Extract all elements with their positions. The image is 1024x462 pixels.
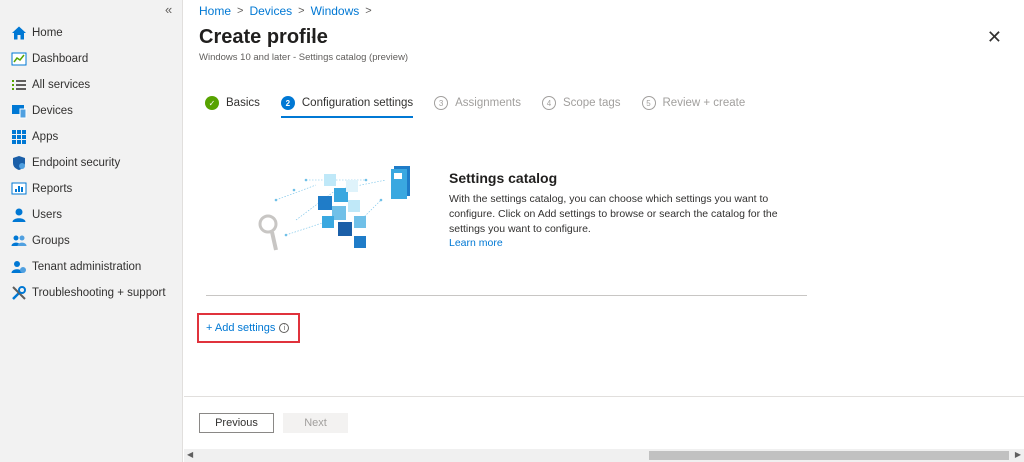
apps-icon [11, 129, 27, 145]
groups-icon [11, 233, 27, 249]
sidebar-item-all-services[interactable]: All services [0, 72, 183, 98]
list-icon [11, 77, 27, 93]
step-number: 5 [641, 96, 656, 110]
devices-icon [11, 103, 27, 119]
sidebar-item-tenant-administration[interactable]: Tenant administration [0, 254, 183, 280]
sidebar-item-label: Groups [32, 235, 70, 247]
sidebar-item-home[interactable]: Home [0, 20, 183, 46]
previous-button[interactable]: Previous [199, 413, 274, 433]
chevron-right-icon: > [298, 5, 305, 17]
step-label: Configuration settings [301, 97, 414, 109]
checkmark-icon: ✓ [205, 96, 219, 110]
settings-catalog-title: Settings catalog [449, 170, 558, 186]
sidebar-item-label: Users [32, 209, 63, 221]
tab-basics[interactable]: ✓ Basics [205, 92, 260, 114]
breadcrumb-home[interactable]: Home [199, 4, 231, 18]
sidebar-item-label: Devices [32, 105, 73, 117]
add-settings-label: + Add settings [206, 322, 276, 334]
sidebar-item-label: Home [32, 27, 63, 39]
sidebar-item-endpoint-security[interactable]: Endpoint security [0, 150, 183, 176]
next-button[interactable]: Next [283, 413, 348, 433]
wizard-footer: Previous Next [184, 396, 1024, 449]
sidebar-item-reports[interactable]: Reports [0, 176, 183, 202]
sidebar-item-label: Troubleshooting + support [32, 287, 166, 299]
breadcrumb-devices[interactable]: Devices [249, 4, 292, 18]
step-label: Scope tags [562, 97, 621, 109]
close-icon[interactable]: ✕ [987, 28, 1002, 46]
sidebar-item-label: All services [32, 79, 91, 91]
sidebar-item-label: Apps [32, 131, 59, 143]
left-nav-sidebar: « Home Dashboard All services Devices Ap… [0, 0, 183, 462]
home-icon [11, 25, 27, 41]
sidebar-item-label: Tenant administration [32, 261, 142, 273]
horizontal-scrollbar[interactable]: ◀ ▶ [184, 449, 1024, 462]
settings-catalog-illustration [246, 160, 416, 260]
tenant-icon [11, 259, 27, 275]
dashboard-icon [11, 51, 27, 67]
sidebar-item-devices[interactable]: Devices [0, 98, 183, 124]
add-settings-button[interactable]: + Add settings i [197, 313, 300, 343]
settings-catalog-description: With the settings catalog, you can choos… [449, 193, 778, 235]
page-subtitle: Windows 10 and later - Settings catalog … [199, 52, 409, 63]
tab-scope-tags[interactable]: 4 Scope tags [541, 92, 621, 114]
step-number: 2 [280, 96, 295, 110]
sidebar-item-users[interactable]: Users [0, 202, 183, 228]
collapse-sidebar-icon[interactable]: « [165, 2, 172, 17]
tab-review-create[interactable]: 5 Review + create [641, 92, 746, 114]
nav-menu: Home Dashboard All services Devices Apps [0, 20, 183, 306]
tab-assignments[interactable]: 3 Assignments [434, 92, 521, 114]
step-number: 4 [541, 96, 556, 110]
breadcrumb: Home > Devices > Windows > [199, 4, 378, 18]
shield-icon [11, 155, 27, 171]
sidebar-item-label: Reports [32, 183, 73, 195]
page-title: Create profile [199, 26, 328, 48]
wrench-icon [11, 285, 27, 301]
scrollbar-thumb[interactable] [649, 451, 1009, 460]
tab-configuration-settings[interactable]: 2 Configuration settings [280, 92, 414, 118]
step-label: Basics [226, 97, 260, 109]
step-label: Assignments [455, 97, 521, 109]
sidebar-item-label: Dashboard [32, 53, 89, 65]
reports-icon [11, 181, 27, 197]
sidebar-item-label: Endpoint security [32, 157, 121, 169]
wizard-steps: ✓ Basics 2 Configuration settings 3 Assi… [205, 92, 766, 118]
step-number: 3 [434, 96, 449, 110]
learn-more-link[interactable]: Learn more [449, 237, 503, 249]
sidebar-item-troubleshooting[interactable]: Troubleshooting + support [0, 280, 183, 306]
more-options-icon[interactable]: ··· [310, 28, 327, 44]
step-label: Review + create [662, 97, 746, 109]
sidebar-item-dashboard[interactable]: Dashboard [0, 46, 183, 72]
chevron-right-icon: > [365, 5, 372, 17]
main-panel: Home > Devices > Windows > Create profil… [184, 0, 1024, 462]
info-icon[interactable]: i [279, 323, 290, 333]
sidebar-item-groups[interactable]: Groups [0, 228, 183, 254]
breadcrumb-windows[interactable]: Windows [311, 4, 360, 18]
chevron-right-icon: > [237, 5, 244, 17]
scroll-left-icon[interactable]: ◀ [187, 450, 193, 459]
user-icon [11, 207, 27, 223]
section-divider [206, 295, 807, 296]
scroll-right-icon[interactable]: ▶ [1015, 450, 1021, 459]
sidebar-item-apps[interactable]: Apps [0, 124, 183, 150]
